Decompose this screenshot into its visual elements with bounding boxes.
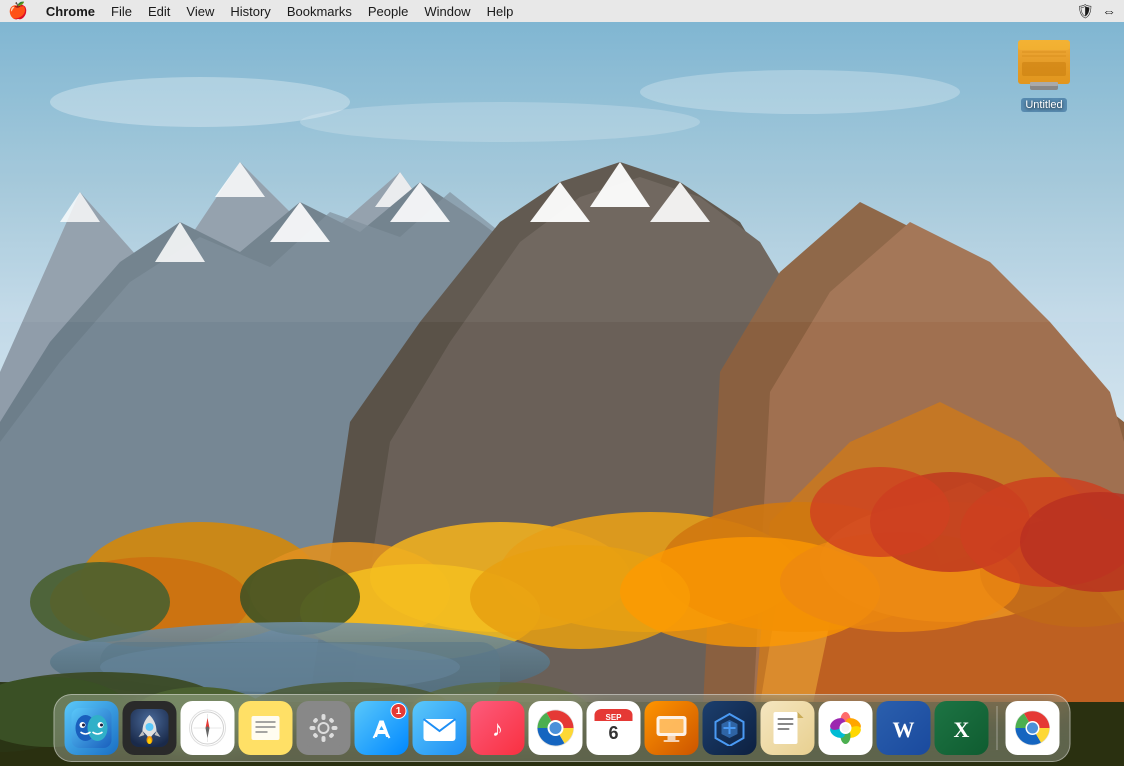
notes-icon bbox=[248, 710, 284, 746]
safari-icon bbox=[188, 708, 228, 748]
dock-calendar[interactable]: SEP 6 bbox=[587, 701, 641, 755]
resize-icon[interactable]: ⇔ bbox=[1102, 3, 1116, 19]
menu-bookmarks[interactable]: Bookmarks bbox=[279, 3, 360, 20]
dock-word[interactable]: W bbox=[877, 701, 931, 755]
menu-help[interactable]: Help bbox=[479, 3, 522, 20]
textedit-icon bbox=[770, 710, 806, 746]
hdd-icon-image bbox=[1016, 32, 1072, 94]
dock-screentime[interactable] bbox=[645, 701, 699, 755]
dock-music[interactable]: ♪ bbox=[471, 701, 525, 755]
hdd-desktop-icon[interactable]: Untitled bbox=[1004, 32, 1084, 112]
launchpad-icon bbox=[131, 709, 169, 747]
svg-text:A: A bbox=[373, 716, 390, 743]
dock-excel[interactable]: X bbox=[935, 701, 989, 755]
dock-textedit[interactable] bbox=[761, 701, 815, 755]
menu-window[interactable]: Window bbox=[416, 3, 478, 20]
svg-text:SEP: SEP bbox=[605, 713, 622, 722]
dock-notes[interactable] bbox=[239, 701, 293, 755]
menubar-right: 🛡 ⇔ bbox=[1076, 3, 1116, 20]
music-icon: ♪ bbox=[480, 710, 516, 746]
screentime-icon bbox=[654, 710, 690, 746]
menu-people[interactable]: People bbox=[360, 3, 416, 20]
malwarebytes-icon[interactable]: 🛡 bbox=[1076, 3, 1094, 20]
finder-icon bbox=[72, 708, 112, 748]
dock: A 1 ♪ bbox=[54, 694, 1071, 762]
dock-sourcekit[interactable] bbox=[703, 701, 757, 755]
menu-file[interactable]: File bbox=[103, 3, 140, 20]
menu-edit[interactable]: Edit bbox=[140, 3, 178, 20]
mail-icon bbox=[421, 709, 459, 747]
hdd-label: Untitled bbox=[1021, 98, 1066, 112]
app-store-badge: 1 bbox=[391, 703, 407, 719]
photos-icon bbox=[826, 708, 866, 748]
calendar-icon: SEP 6 bbox=[595, 709, 633, 747]
sourcekit-icon bbox=[712, 710, 748, 746]
dock-safari[interactable] bbox=[181, 701, 235, 755]
system-prefs-icon bbox=[305, 709, 343, 747]
dock-chrome-secondary[interactable] bbox=[1006, 701, 1060, 755]
menu-history[interactable]: History bbox=[222, 3, 278, 20]
dock-chrome[interactable] bbox=[529, 701, 583, 755]
svg-text:X: X bbox=[954, 717, 970, 742]
menu-chrome[interactable]: Chrome bbox=[38, 3, 103, 20]
dock-finder[interactable] bbox=[65, 701, 119, 755]
dock-app-store[interactable]: A 1 bbox=[355, 701, 409, 755]
apple-menu[interactable]: 🍎 bbox=[8, 1, 28, 21]
dock-system-preferences[interactable] bbox=[297, 701, 351, 755]
svg-text:W: W bbox=[893, 717, 915, 742]
dock-photos[interactable] bbox=[819, 701, 873, 755]
dock-launchpad[interactable] bbox=[123, 701, 177, 755]
desktop: Untitled bbox=[0, 22, 1124, 766]
chrome-icon bbox=[536, 708, 576, 748]
dock-mail[interactable] bbox=[413, 701, 467, 755]
svg-text:6: 6 bbox=[608, 723, 618, 743]
word-icon: W bbox=[886, 710, 922, 746]
menu-view[interactable]: View bbox=[178, 3, 222, 20]
chrome-secondary-icon bbox=[1014, 709, 1052, 747]
dock-separator bbox=[997, 706, 998, 750]
excel-icon: X bbox=[944, 710, 980, 746]
svg-text:♪: ♪ bbox=[492, 716, 503, 741]
menubar: 🍎 Chrome File Edit View History Bookmark… bbox=[0, 0, 1124, 22]
